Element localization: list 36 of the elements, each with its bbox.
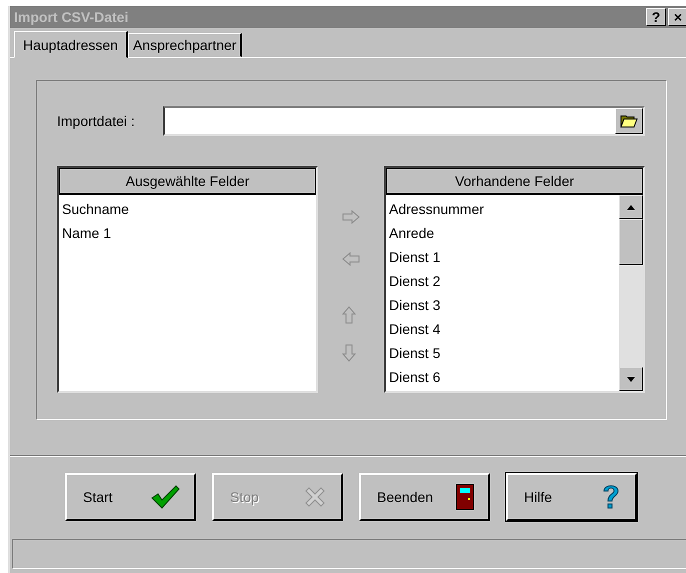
- exit-button[interactable]: Beenden: [359, 473, 490, 521]
- column-header: Ausgewählte Felder: [59, 168, 316, 195]
- list-item[interactable]: Dienst 5: [389, 341, 616, 365]
- question-mark-icon: [601, 483, 621, 511]
- help-button[interactable]: ?: [646, 8, 666, 26]
- checkmark-icon: [150, 484, 180, 510]
- triangle-up-icon: [627, 204, 635, 210]
- scroll-thumb[interactable]: [619, 219, 643, 265]
- list-item[interactable]: Dienst 2: [389, 269, 616, 293]
- field-label: Importdatei :: [57, 113, 136, 129]
- input-field[interactable]: [163, 106, 645, 136]
- scroll-up-button[interactable]: [619, 195, 643, 219]
- list-item[interactable]: Adressnummer: [389, 197, 616, 221]
- door-icon: [456, 484, 474, 510]
- list-item[interactable]: Anrede: [389, 221, 616, 245]
- start-button[interactable]: Start: [65, 473, 196, 521]
- tab[interactable]: Ansprechpartner: [128, 33, 242, 57]
- column-header: Vorhandene Felder: [386, 168, 643, 195]
- list-item[interactable]: Dienst 3: [389, 293, 616, 317]
- scroll-down-button[interactable]: [619, 367, 643, 391]
- list-item[interactable]: Dienst 6: [389, 365, 616, 389]
- list-item[interactable]: Dienst 1: [389, 245, 616, 269]
- cross-icon: [303, 485, 327, 509]
- list-item[interactable]: Dienst 4: [389, 317, 616, 341]
- folder-icon: [620, 114, 638, 128]
- folder-button[interactable]: [615, 108, 643, 134]
- triangle-down-icon: [627, 376, 635, 382]
- list-item[interactable]: Name 1: [62, 221, 313, 245]
- tab[interactable]: Hauptadressen: [14, 31, 128, 58]
- close-button[interactable]: ×: [668, 8, 686, 26]
- list-box[interactable]: Ausgewählte Felder Suchname Name 1: [57, 166, 318, 393]
- list-box[interactable]: Vorhandene Felder Adressnummer Anrede Dienst 1 Dienst 2 Dienst 3 Dienst 4 Dienst 5 Dienst 6: [384, 166, 645, 393]
- window-title: Import CSV-Datei: [14, 9, 128, 25]
- list-item[interactable]: Suchname: [62, 197, 313, 221]
- scrollbar[interactable]: [619, 195, 643, 391]
- help-button[interactable]: Hilfe: [506, 473, 637, 521]
